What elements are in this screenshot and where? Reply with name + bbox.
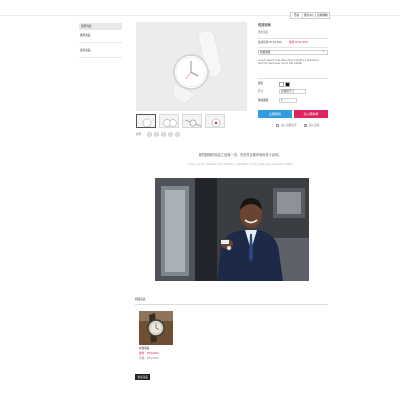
more-products-button[interactable]: 更多商品 <box>135 374 150 380</box>
size-label: 尺寸 <box>258 90 264 93</box>
man-with-watch-photo <box>155 178 309 281</box>
sidebar-item-newest[interactable]: 最新商品 <box>80 49 120 54</box>
nav-member-center-label: 會員中心 <box>303 14 315 17</box>
nav-member-center[interactable]: 會員中心 <box>302 12 316 19</box>
sidebar-header-label: 選單列表 <box>81 25 92 28</box>
thumbnail-2[interactable] <box>159 114 179 128</box>
related-divider <box>135 304 328 305</box>
watch-image <box>136 22 247 111</box>
share-email-icon[interactable] <box>168 132 173 137</box>
product-title: 經典腕錶 <box>258 23 271 27</box>
share-more-icon[interactable] <box>175 132 180 137</box>
spec-select-label: 規格選擇 <box>260 51 271 54</box>
thumbnail-1[interactable] <box>136 114 156 128</box>
more-products-button-label: 更多商品 <box>137 375 148 379</box>
quantity-label: 購買數量 <box>258 99 269 102</box>
quantity-select-value: 1 <box>281 99 283 102</box>
sidebar-divider <box>79 57 122 58</box>
info-divider <box>258 47 328 48</box>
sidebar-header: 選單列表 <box>79 23 122 30</box>
nav-login-label: 登錄 <box>293 14 300 17</box>
buy-now-button-label: 立即購買 <box>268 112 281 116</box>
share-line-icon[interactable] <box>161 132 166 137</box>
nav-checkout[interactable]: 結帳購物 <box>315 12 330 19</box>
watch-image <box>139 311 173 345</box>
share-facebook-icon[interactable] <box>147 132 152 137</box>
price-regular: 建議售價 NT$3,990 <box>258 41 282 44</box>
promo-image <box>155 178 309 281</box>
sidebar-item-recommended-label: 推薦商品 <box>80 34 91 37</box>
thumbnail-watch-icon <box>163 119 177 127</box>
nav-checkout-label: 結帳購物 <box>317 14 328 17</box>
color-label: 顏色 <box>258 82 264 85</box>
sidebar-item-newest-label: 最新商品 <box>80 49 91 52</box>
related-product-sale-price: 優惠：NT$2999 <box>139 352 159 355</box>
wishlist-label: 加入追蹤清單 <box>281 124 297 127</box>
compare-checkbox[interactable] <box>304 124 307 127</box>
compare-label: 加入比較 <box>309 124 320 127</box>
promo-subline: Lorem ipsum has been the industry's stan… <box>187 163 293 166</box>
product-description: Lorem ipsum has been the industry's stan… <box>258 59 319 66</box>
thumbnail-3[interactable] <box>182 114 202 128</box>
share-twitter-icon[interactable] <box>154 132 159 137</box>
related-product-image[interactable] <box>139 311 173 345</box>
product-subtitle: 簡約風格 <box>258 31 269 34</box>
size-select-value: 請選擇尺寸 <box>281 90 294 93</box>
chevron-down-icon: ▾ <box>323 50 325 53</box>
info-divider <box>258 78 328 79</box>
add-to-cart-button-label: 加入購物車 <box>303 112 319 116</box>
thumbnail-watch-icon <box>211 118 221 127</box>
sidebar-item-recommended[interactable]: 推薦商品 <box>80 34 120 39</box>
header-divider <box>0 15 400 16</box>
related-product-name[interactable]: 經典腕錶 <box>139 347 149 350</box>
quantity-select[interactable]: 1 <box>279 98 297 103</box>
product-main-image[interactable] <box>136 22 247 111</box>
thumbnail-4[interactable] <box>205 114 225 128</box>
price-sale: 優惠 NT$2,999 <box>289 41 308 44</box>
share-label: 分享 <box>136 133 142 136</box>
info-divider <box>258 38 328 39</box>
color-swatch-white[interactable] <box>279 82 284 87</box>
add-to-cart-button[interactable]: 加入購物車 <box>294 110 328 118</box>
wishlist-checkbox[interactable] <box>276 124 279 127</box>
promo-headline: 優質腕錶的精品工藝與一流，完全符合都會時尚男士品味。 <box>198 153 282 157</box>
related-section-title: 相關商品 <box>135 298 146 301</box>
sidebar-divider <box>79 42 122 43</box>
spec-select[interactable]: 規格選擇 <box>258 50 328 55</box>
thumbnail-watch-icon <box>142 118 154 127</box>
size-select[interactable]: 請選擇尺寸 <box>279 89 306 94</box>
color-swatch-black[interactable] <box>285 82 290 87</box>
buy-now-button[interactable]: 立即購買 <box>258 110 292 118</box>
related-product-original-price: 原價：NT$3990 <box>139 357 159 360</box>
thumbnail-watch-icon <box>184 119 201 127</box>
